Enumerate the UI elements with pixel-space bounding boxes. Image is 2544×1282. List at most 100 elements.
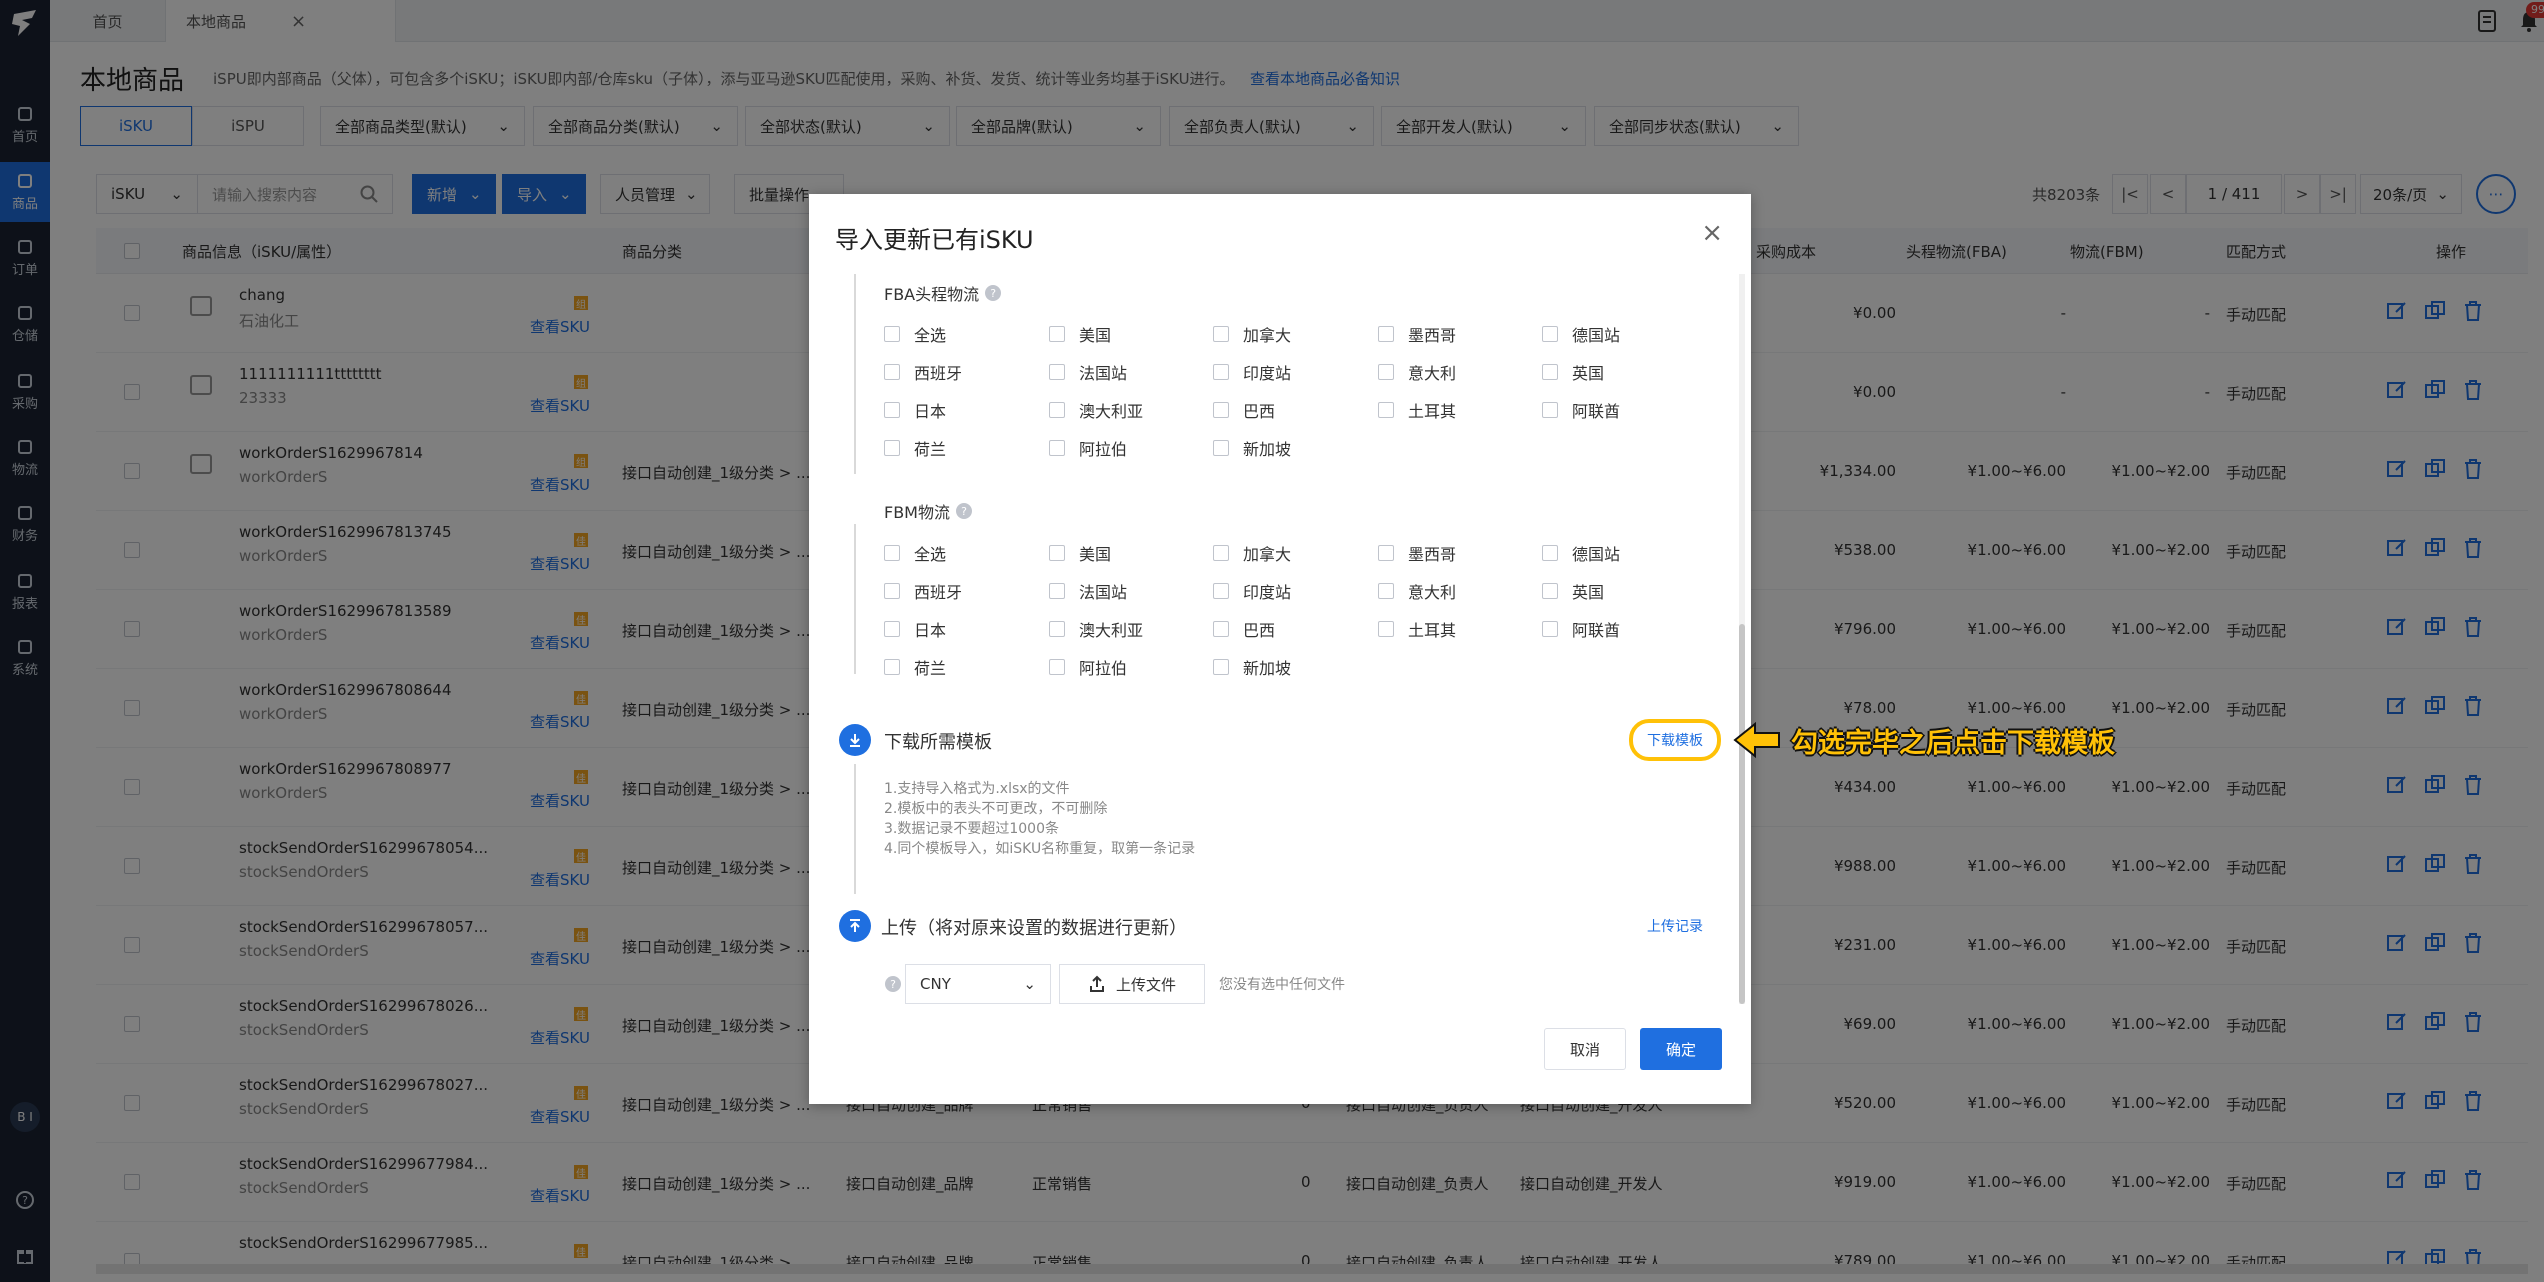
checkbox-box[interactable] (1378, 545, 1394, 561)
checkbox-box[interactable] (884, 402, 900, 418)
region-label: 土耳其 (1408, 402, 1457, 421)
region-checkbox[interactable]: 全选 (884, 541, 946, 565)
region-checkbox[interactable]: 土耳其 (1378, 617, 1456, 641)
region-checkbox[interactable]: 土耳其 (1378, 398, 1456, 422)
checkbox-box[interactable] (1049, 659, 1065, 675)
checkbox-box[interactable] (1542, 545, 1558, 561)
region-checkbox[interactable]: 新加坡 (1213, 655, 1291, 679)
region-checkbox[interactable]: 印度站 (1213, 360, 1291, 384)
help-icon[interactable]: ? (956, 503, 972, 519)
region-label: 土耳其 (1408, 621, 1457, 640)
region-checkbox[interactable]: 印度站 (1213, 579, 1291, 603)
checkbox-box[interactable] (1213, 583, 1229, 599)
checkbox-box[interactable] (1049, 402, 1065, 418)
region-checkbox[interactable]: 阿联酋 (1542, 617, 1620, 641)
upload-records-link[interactable]: 上传记录 (1647, 916, 1703, 936)
upload-file-button[interactable]: 上传文件 (1059, 964, 1205, 1004)
checkbox-box[interactable] (1542, 583, 1558, 599)
checkbox-box[interactable] (884, 326, 900, 342)
region-checkbox[interactable]: 巴西 (1213, 617, 1275, 641)
checkbox-box[interactable] (1213, 659, 1229, 675)
checkbox-box[interactable] (1213, 402, 1229, 418)
region-label: 法国站 (1079, 583, 1128, 602)
region-checkbox[interactable]: 西班牙 (884, 360, 962, 384)
checkbox-box[interactable] (884, 364, 900, 380)
region-checkbox[interactable]: 阿联酋 (1542, 398, 1620, 422)
checkbox-box[interactable] (1378, 364, 1394, 380)
checkbox-box[interactable] (1049, 583, 1065, 599)
close-icon[interactable]: × (1701, 218, 1723, 248)
region-label: 新加坡 (1243, 659, 1292, 678)
checkbox-box[interactable] (1049, 364, 1065, 380)
region-checkbox[interactable]: 法国站 (1049, 579, 1127, 603)
region-checkbox[interactable]: 新加坡 (1213, 436, 1291, 460)
checkbox-box[interactable] (1378, 402, 1394, 418)
region-checkbox[interactable]: 加拿大 (1213, 322, 1291, 346)
checkbox-box[interactable] (1213, 364, 1229, 380)
region-checkbox[interactable]: 意大利 (1378, 360, 1456, 384)
region-checkbox[interactable]: 西班牙 (884, 579, 962, 603)
dialog-scroll-thumb[interactable] (1739, 624, 1745, 1004)
checkbox-box[interactable] (1049, 440, 1065, 456)
region-checkbox[interactable]: 加拿大 (1213, 541, 1291, 565)
region-label: 新加坡 (1243, 440, 1292, 459)
checkbox-box[interactable] (884, 545, 900, 561)
checkbox-box[interactable] (1213, 621, 1229, 637)
confirm-button[interactable]: 确定 (1640, 1028, 1722, 1070)
region-checkbox[interactable]: 美国 (1049, 322, 1111, 346)
checkbox-box[interactable] (1213, 545, 1229, 561)
region-label: 加拿大 (1243, 545, 1292, 564)
download-template-link[interactable]: 下载模板 (1647, 730, 1703, 750)
region-checkbox[interactable]: 德国站 (1542, 322, 1620, 346)
checkbox-box[interactable] (1049, 326, 1065, 342)
checkbox-box[interactable] (1378, 326, 1394, 342)
checkbox-box[interactable] (884, 583, 900, 599)
region-label: 阿联酋 (1572, 402, 1621, 421)
no-file-text: 您没有选中任何文件 (1219, 977, 1345, 993)
checkbox-box[interactable] (1542, 364, 1558, 380)
region-label: 印度站 (1243, 583, 1292, 602)
checkbox-box[interactable] (1378, 583, 1394, 599)
note-4: 4.同个模板导入，如iSKU名称重复，取第一条记录 (884, 841, 1196, 857)
checkbox-box[interactable] (1213, 440, 1229, 456)
region-checkbox[interactable]: 荷兰 (884, 655, 946, 679)
region-checkbox[interactable]: 法国站 (1049, 360, 1127, 384)
region-checkbox[interactable]: 德国站 (1542, 541, 1620, 565)
checkbox-box[interactable] (1542, 326, 1558, 342)
region-checkbox[interactable]: 英国 (1542, 360, 1604, 384)
help-icon[interactable]: ? (885, 976, 901, 992)
region-label: 德国站 (1572, 326, 1621, 345)
cancel-button[interactable]: 取消 (1544, 1028, 1626, 1070)
region-label: 英国 (1572, 364, 1605, 383)
region-checkbox[interactable]: 墨西哥 (1378, 322, 1456, 346)
checkbox-box[interactable] (884, 621, 900, 637)
region-checkbox[interactable]: 日本 (884, 398, 946, 422)
region-checkbox[interactable]: 澳大利亚 (1049, 617, 1143, 641)
region-checkbox[interactable]: 墨西哥 (1378, 541, 1456, 565)
region-checkbox[interactable]: 日本 (884, 617, 946, 641)
region-label: 加拿大 (1243, 326, 1292, 345)
region-label: 全选 (914, 545, 947, 564)
region-checkbox[interactable]: 巴西 (1213, 398, 1275, 422)
region-checkbox[interactable]: 全选 (884, 322, 946, 346)
region-checkbox[interactable]: 英国 (1542, 579, 1604, 603)
checkbox-box[interactable] (884, 440, 900, 456)
checkbox-box[interactable] (1049, 621, 1065, 637)
region-checkbox[interactable]: 美国 (1049, 541, 1111, 565)
checkbox-box[interactable] (1213, 326, 1229, 342)
region-checkbox[interactable]: 荷兰 (884, 436, 946, 460)
fbm-group-title: FBM物流? (884, 499, 972, 523)
checkbox-box[interactable] (1049, 545, 1065, 561)
help-icon[interactable]: ? (985, 285, 1002, 301)
checkbox-box[interactable] (1542, 402, 1558, 418)
checkbox-box[interactable] (1542, 621, 1558, 637)
region-checkbox[interactable]: 阿拉伯 (1049, 655, 1127, 679)
upload-icon (1089, 975, 1104, 992)
annotation-text: 勾选完毕之后点击下载模板 (1791, 727, 2115, 759)
checkbox-box[interactable] (1378, 621, 1394, 637)
region-checkbox[interactable]: 澳大利亚 (1049, 398, 1143, 422)
checkbox-box[interactable] (884, 659, 900, 675)
region-checkbox[interactable]: 意大利 (1378, 579, 1456, 603)
region-checkbox[interactable]: 阿拉伯 (1049, 436, 1127, 460)
currency-select[interactable]: CNY ⌄ (905, 964, 1051, 1004)
